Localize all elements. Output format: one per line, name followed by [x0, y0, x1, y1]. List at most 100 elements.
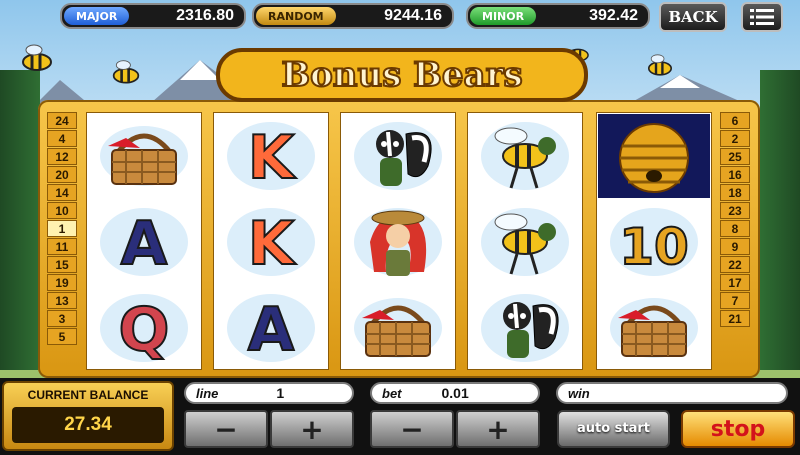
bet-decrease-button[interactable]: −: [370, 410, 454, 448]
payline-indicator: 19: [47, 274, 77, 291]
ranger-girl-icon: [354, 208, 442, 276]
letter-k-icon: K: [227, 122, 315, 194]
payline-indicator: 15: [47, 256, 77, 273]
pine-trees-right: [760, 70, 800, 370]
reel-symbol: K: [214, 199, 328, 285]
major-jackpot-label: MAJOR: [64, 7, 130, 25]
payline-indicator: 21: [720, 310, 750, 327]
auto-start-button[interactable]: auto start: [557, 410, 670, 448]
payline-indicator: 7: [720, 292, 750, 309]
back-button[interactable]: BACK: [659, 2, 727, 32]
svg-text:A: A: [121, 209, 168, 279]
payline-indicator: 22: [720, 256, 750, 273]
stop-button[interactable]: stop: [681, 410, 795, 448]
reel-symbol: A: [214, 285, 328, 371]
payline-indicator: 10: [47, 202, 77, 219]
reel-symbol: K: [214, 113, 328, 199]
bet-value: 0.01: [441, 385, 469, 401]
win-label: win: [568, 385, 590, 401]
bee-icon: [481, 208, 569, 276]
picnic-basket-icon: [610, 298, 698, 358]
reel-symbol: [468, 199, 582, 285]
flying-bee-icon: [22, 44, 52, 71]
picnic-basket-icon: [100, 126, 188, 186]
payline-indicator: 13: [47, 292, 77, 309]
reel-symbol: [341, 113, 455, 199]
bet-label: bet: [382, 385, 402, 401]
payline-indicator: 11: [47, 238, 77, 255]
number-ten-icon: 10: [610, 208, 698, 277]
reel-symbol: [597, 113, 711, 199]
flying-bee-icon: [112, 60, 140, 84]
payline-indicator: 17: [720, 274, 750, 291]
payline-indicator: 20: [47, 166, 77, 183]
svg-text:K: K: [248, 123, 297, 193]
minor-jackpot-value: 392.42: [589, 7, 638, 24]
random-jackpot-value: 9244.16: [384, 7, 442, 24]
pine-trees-left: [0, 70, 40, 370]
reel-3: [340, 112, 456, 370]
minor-jackpot: MINOR 392.42: [466, 3, 650, 29]
line-decrease-button[interactable]: −: [184, 410, 268, 448]
win-field: win: [556, 382, 788, 404]
reel-1: AQ: [86, 112, 202, 370]
beehive-icon: [598, 114, 710, 198]
payline-indicator: 9: [720, 238, 750, 255]
svg-text:10: 10: [619, 218, 689, 276]
bet-field: bet 0.01: [370, 382, 540, 404]
reel-symbol: [468, 285, 582, 371]
line-field: line 1: [184, 382, 354, 404]
bee-icon: [481, 122, 569, 190]
payline-indicator: 3: [47, 310, 77, 327]
reel-symbol: 10: [597, 199, 711, 285]
payline-indicator: 23: [720, 202, 750, 219]
flying-bee-icon: [648, 54, 672, 76]
letter-a-icon: A: [100, 208, 188, 280]
payline-indicator: 18: [720, 184, 750, 201]
payline-indicator: 1: [47, 220, 77, 237]
reel-5: 10: [596, 112, 712, 370]
skunk-icon: [481, 294, 569, 362]
payline-indicators-right: 6 2 25 16 18 23 8 9 22 17 7 21: [720, 112, 750, 327]
payline-indicator: 14: [47, 184, 77, 201]
payline-indicator: 2: [720, 130, 750, 147]
payline-indicator: 24: [47, 112, 77, 129]
letter-a-icon: A: [227, 294, 315, 366]
payline-indicator: 4: [47, 130, 77, 147]
reel-symbol: Q: [87, 285, 201, 371]
current-balance-panel: CURRENT BALANCE 27.34: [2, 381, 174, 451]
bet-increase-button[interactable]: +: [456, 410, 540, 448]
reel-2: KKA: [213, 112, 329, 370]
svg-text:A: A: [248, 295, 295, 365]
reel-symbol: [87, 113, 201, 199]
picnic-basket-icon: [354, 298, 442, 358]
reel-4: [467, 112, 583, 370]
line-increase-button[interactable]: +: [270, 410, 354, 448]
current-balance-value: 27.34: [12, 407, 164, 443]
bonus-bears-logo: Bonus Bears: [216, 48, 588, 102]
letter-q-icon: Q: [100, 294, 188, 366]
skunk-icon: [354, 122, 442, 190]
payline-indicators-left: 24 4 12 20 14 10 1 11 15 19 13 3 5: [47, 112, 77, 345]
reel-symbol: [468, 113, 582, 199]
random-jackpot: RANDOM 9244.16: [252, 3, 454, 29]
line-value: 1: [276, 385, 285, 401]
payline-indicator: 12: [47, 148, 77, 165]
minor-jackpot-label: MINOR: [470, 7, 537, 25]
major-jackpot-value: 2316.80: [176, 7, 234, 24]
payline-indicator: 8: [720, 220, 750, 237]
logo-text: Bonus Bears: [281, 55, 522, 95]
reel-symbol: [341, 285, 455, 371]
payline-indicator: 16: [720, 166, 750, 183]
payline-indicator: 6: [720, 112, 750, 129]
reel-symbol: A: [87, 199, 201, 285]
current-balance-label: CURRENT BALANCE: [27, 388, 149, 402]
random-jackpot-label: RANDOM: [256, 7, 336, 25]
hamburger-menu-icon: [750, 9, 774, 25]
svg-text:Q: Q: [118, 295, 169, 365]
payline-indicator: 25: [720, 148, 750, 165]
reel-symbol: [341, 199, 455, 285]
letter-k-icon: K: [227, 208, 315, 280]
menu-button[interactable]: [741, 2, 783, 32]
reel-symbol: [597, 285, 711, 371]
